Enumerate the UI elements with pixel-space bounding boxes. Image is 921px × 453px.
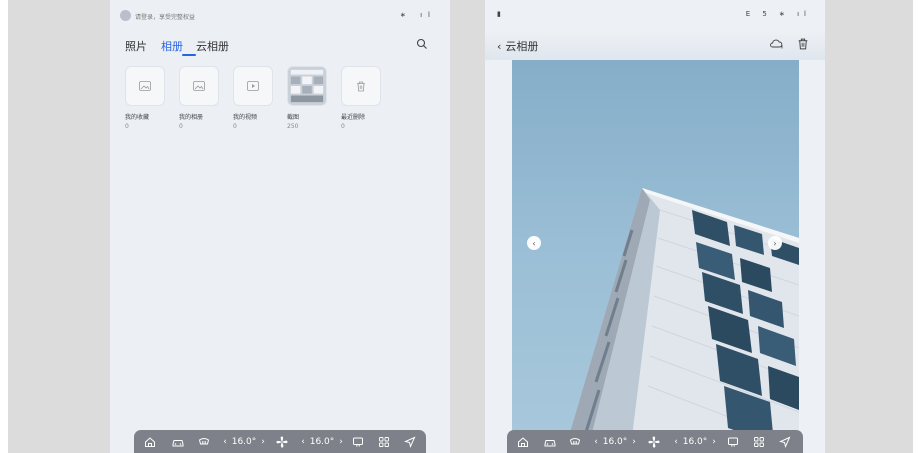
fan-icon[interactable]	[647, 435, 661, 449]
album-name: 最近删除	[341, 114, 366, 121]
album-thumb	[125, 66, 165, 106]
album-item[interactable]: 我的视频 0	[233, 66, 273, 130]
previous-photo-button[interactable]: ‹	[527, 236, 541, 250]
car-icon[interactable]	[543, 435, 557, 449]
trash-icon[interactable]	[797, 38, 809, 50]
gallery-albums-screen: 请登录，享受完整权益 ∗ ıl 照片 相册 云相册 我的收藏 0 我的相册 0 …	[110, 0, 450, 453]
chevron-right-icon: ›	[773, 238, 777, 248]
backdrop-left	[8, 0, 110, 453]
temp-right-increase-button[interactable]: ›	[709, 435, 719, 449]
temp-right-decrease-button[interactable]: ‹	[671, 435, 681, 449]
cloud-sync-icon[interactable]	[769, 38, 783, 50]
login-prompt[interactable]: 请登录，享受完整权益	[135, 12, 195, 21]
sim-icon: ▮	[497, 10, 501, 18]
navigation-icon[interactable]	[404, 435, 416, 449]
temp-left-decrease-button[interactable]: ‹	[220, 435, 230, 449]
temp-right-value: 16.0°	[309, 437, 335, 447]
album-name: 我的相册	[179, 114, 204, 121]
chevron-left-icon: ‹	[497, 40, 502, 53]
next-photo-button[interactable]: ›	[768, 236, 782, 250]
rear-defrost-icon[interactable]	[352, 435, 364, 449]
backdrop-right	[825, 0, 913, 453]
cloud-photo-viewer-screen: ▮ E 5 ∗ ıl ‹ 云相册 ‹ › ‹ 16.0° › ‹ 16.0° ›	[485, 0, 825, 453]
image-icon	[193, 81, 205, 91]
temp-left-decrease-button[interactable]: ‹	[591, 435, 601, 449]
defrost-icon[interactable]	[198, 435, 210, 449]
avatar[interactable]	[120, 10, 131, 21]
album-item[interactable]: 我的相册 0	[179, 66, 219, 130]
navigation-icon[interactable]	[779, 435, 791, 449]
album-thumb	[179, 66, 219, 106]
active-tab-indicator	[182, 54, 196, 56]
back-button[interactable]: ‹ 云相册	[497, 38, 538, 54]
album-count: 0	[233, 123, 237, 130]
home-icon[interactable]	[517, 435, 529, 449]
car-icon[interactable]	[171, 435, 185, 449]
album-thumb	[341, 66, 381, 106]
fan-icon[interactable]	[275, 435, 289, 449]
apps-grid-icon[interactable]	[378, 435, 390, 449]
album-thumb	[233, 66, 273, 106]
building-photo	[564, 188, 799, 453]
temp-right-increase-button[interactable]: ›	[336, 435, 346, 449]
backdrop-middle	[450, 0, 485, 453]
album-count: 0	[341, 123, 345, 130]
tab-albums[interactable]: 相册	[161, 38, 183, 54]
viewer-header: ‹ 云相册	[485, 30, 825, 60]
album-count: 0	[179, 123, 183, 130]
album-name: 截图	[287, 114, 300, 121]
status-bar: 请登录，享受完整权益 ∗ ıl	[110, 9, 450, 25]
bottom-dock: ‹ 16.0° › ‹ 16.0° ›	[134, 430, 426, 453]
apps-grid-icon[interactable]	[753, 435, 765, 449]
temp-left-increase-button[interactable]: ›	[258, 435, 268, 449]
album-item[interactable]: 最近删除 0	[341, 66, 381, 130]
trash-icon	[357, 81, 365, 91]
album-item[interactable]: 截图 250	[287, 66, 327, 130]
tab-photos[interactable]: 照片	[125, 38, 147, 54]
status-icons: ∗ ıl	[400, 11, 436, 19]
album-name: 我的视频	[233, 114, 258, 121]
search-icon[interactable]	[416, 38, 428, 50]
tab-cloud-albums[interactable]: 云相册	[196, 38, 229, 54]
home-icon[interactable]	[144, 435, 156, 449]
temp-left-increase-button[interactable]: ›	[629, 435, 639, 449]
defrost-icon[interactable]	[569, 435, 581, 449]
album-item[interactable]: 我的收藏 0	[125, 66, 165, 130]
temp-right-decrease-button[interactable]: ‹	[298, 435, 308, 449]
rear-defrost-icon[interactable]	[727, 435, 739, 449]
album-count: 0	[125, 123, 129, 130]
photo-view[interactable]	[512, 60, 799, 453]
album-thumb	[287, 66, 327, 106]
temp-left-value: 16.0°	[231, 437, 257, 447]
temp-right-value: 16.0°	[682, 437, 708, 447]
back-label: 云相册	[505, 40, 539, 53]
video-icon	[247, 81, 259, 91]
status-bar: ▮ E 5 ∗ ıl	[485, 8, 825, 22]
chevron-left-icon: ‹	[532, 238, 536, 248]
image-icon	[139, 81, 151, 91]
album-name: 我的收藏	[125, 114, 150, 121]
album-count: 250	[287, 123, 299, 130]
status-icons: E 5 ∗ ıl	[745, 10, 811, 18]
bottom-dock: ‹ 16.0° › ‹ 16.0° ›	[507, 430, 803, 453]
temp-left-value: 16.0°	[602, 437, 628, 447]
screenshot-thumbnail	[288, 67, 326, 105]
